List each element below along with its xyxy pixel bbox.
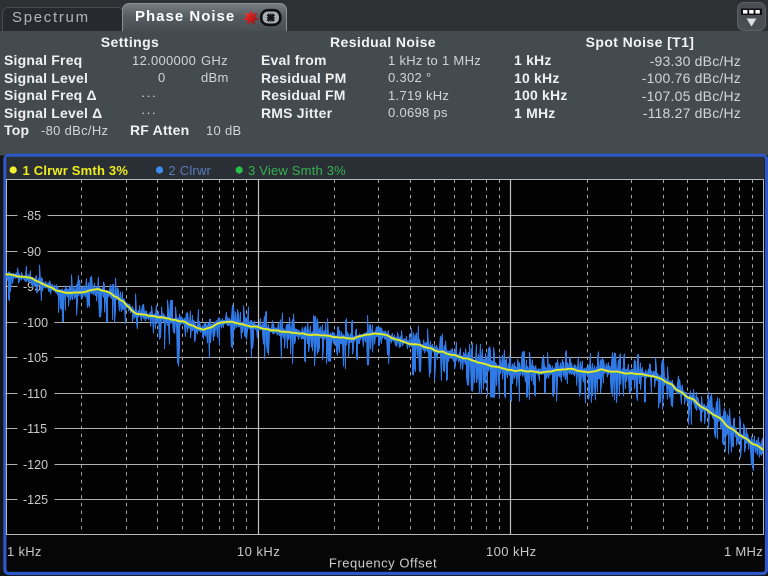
svg-text:-85: -85 (23, 209, 41, 223)
svg-text:-125: -125 (23, 493, 48, 507)
svg-text:10 kHz: 10 kHz (237, 544, 280, 559)
svg-text:-115: -115 (23, 422, 47, 436)
svg-text:-90: -90 (23, 245, 41, 259)
svg-text:100 kHz: 100 kHz (486, 544, 537, 559)
svg-text:-105: -105 (23, 351, 48, 365)
svg-text:-120: -120 (23, 458, 48, 472)
svg-text:Frequency Offset: Frequency Offset (329, 556, 437, 571)
svg-text:1 kHz: 1 kHz (7, 544, 42, 559)
svg-text:-100: -100 (23, 316, 48, 330)
svg-text:1 MHz: 1 MHz (724, 544, 763, 559)
svg-text:-110: -110 (23, 387, 47, 401)
